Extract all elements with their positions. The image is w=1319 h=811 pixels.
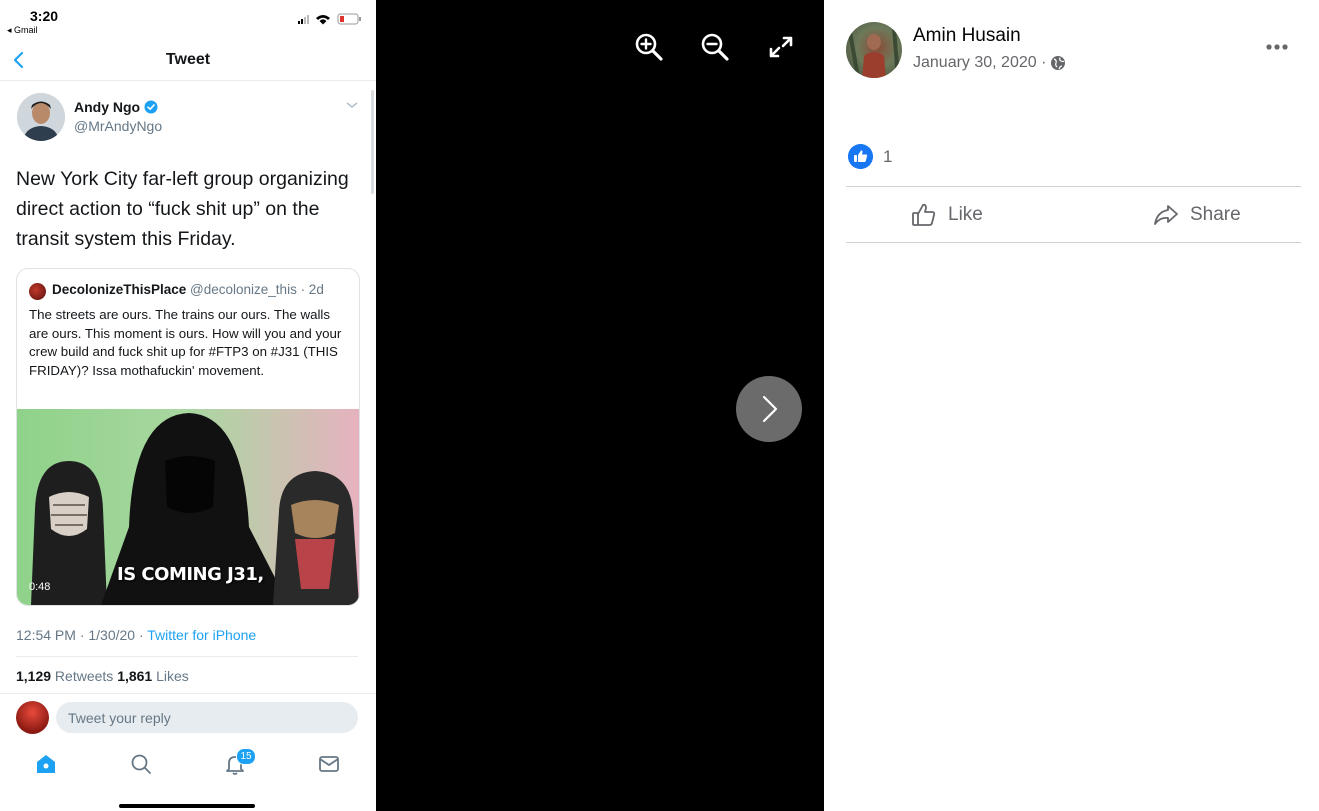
- reply-placeholder: Tweet your reply: [68, 710, 171, 726]
- like-reaction-icon: [848, 144, 873, 169]
- video-duration: 0:48: [29, 581, 51, 593]
- post-date[interactable]: January 30, 2020 ·: [913, 54, 1046, 72]
- messages-icon[interactable]: [317, 752, 341, 776]
- home-indicator[interactable]: [119, 804, 255, 808]
- like-button[interactable]: Like: [910, 200, 983, 230]
- author-handle[interactable]: @MrAndyNgo: [74, 118, 162, 134]
- retweets-label[interactable]: Retweets: [51, 668, 117, 684]
- search-icon[interactable]: [129, 752, 153, 776]
- quoted-text: The streets are ours. The trains our our…: [29, 307, 342, 378]
- photo-viewer: [376, 0, 824, 811]
- quoted-handle-time: @decolonize_this · 2d: [186, 282, 324, 297]
- reactions-summary[interactable]: 1: [848, 144, 892, 169]
- tweet-source-link[interactable]: Twitter for iPhone: [147, 627, 256, 643]
- author-avatar[interactable]: [17, 93, 65, 141]
- author-name[interactable]: Andy Ngo: [74, 99, 140, 115]
- divider: [0, 693, 376, 694]
- status-back-app[interactable]: ◂ Gmail: [7, 25, 38, 36]
- zoom-out-icon[interactable]: [698, 30, 732, 64]
- scroll-indicator[interactable]: [371, 90, 374, 194]
- tweet-screenshot: 3:20 ◂ Gmail Tweet Andy Ngo @MrAndyNgo N…: [0, 0, 376, 811]
- quoted-tweet[interactable]: DecolonizeThisPlace @decolonize_this · 2…: [16, 268, 360, 606]
- likes-label[interactable]: Likes: [152, 668, 189, 684]
- user-avatar[interactable]: [16, 701, 49, 734]
- more-options-icon[interactable]: [1264, 37, 1290, 57]
- video-caption: IS COMING J31,: [117, 564, 264, 585]
- reply-input[interactable]: Tweet your reply: [56, 702, 358, 733]
- quoted-video[interactable]: IS COMING J31, 0:48: [17, 409, 359, 605]
- page-title: Tweet: [165, 51, 211, 68]
- quoted-name: DecolonizeThisPlace: [52, 282, 187, 297]
- verified-badge-icon: [144, 100, 158, 114]
- quoted-header: DecolonizeThisPlace @decolonize_this · 2…: [52, 282, 324, 297]
- zoom-in-icon[interactable]: [632, 30, 666, 64]
- divider: [846, 242, 1301, 243]
- author-name-row[interactable]: Andy Ngo: [74, 99, 158, 115]
- divider: [846, 186, 1301, 187]
- status-icons: [298, 13, 361, 25]
- quoted-avatar: [29, 283, 46, 300]
- chevron-down-icon[interactable]: [345, 100, 359, 110]
- next-photo-button[interactable]: [736, 376, 802, 442]
- globe-icon: [1051, 56, 1066, 70]
- share-label: Share: [1190, 204, 1241, 225]
- tweet-stats: 1,129 Retweets 1,861 Likes: [16, 668, 189, 684]
- share-button[interactable]: Share: [1152, 200, 1241, 230]
- post-panel: Amin Husain January 30, 2020 · 1 Like Sh: [824, 0, 1319, 811]
- home-icon[interactable]: [34, 752, 58, 776]
- notifications-badge: 15: [236, 748, 256, 765]
- thumbs-up-icon: [912, 203, 936, 226]
- like-count: 1: [883, 146, 893, 166]
- status-time: 3:20: [30, 8, 59, 24]
- timestamp-text: 12:54 PM · 1/30/20 ·: [16, 627, 148, 643]
- like-label: Like: [948, 204, 983, 225]
- divider: [16, 656, 358, 657]
- post-author-avatar[interactable]: [846, 22, 902, 78]
- tweet-text: New York City far-left group organizing …: [16, 168, 349, 250]
- share-arrow-icon: [1154, 205, 1178, 225]
- header-divider: [0, 80, 376, 81]
- retweets-count[interactable]: 1,129: [16, 668, 51, 684]
- fullscreen-icon[interactable]: [764, 30, 798, 64]
- tweet-timestamp: 12:54 PM · 1/30/20 · Twitter for iPhone: [16, 627, 256, 643]
- post-author-name[interactable]: Amin Husain: [913, 25, 1021, 47]
- likes-count[interactable]: 1,861: [117, 668, 152, 684]
- chevron-right-icon: [762, 395, 778, 423]
- post-date-row: January 30, 2020 ·: [913, 54, 1066, 72]
